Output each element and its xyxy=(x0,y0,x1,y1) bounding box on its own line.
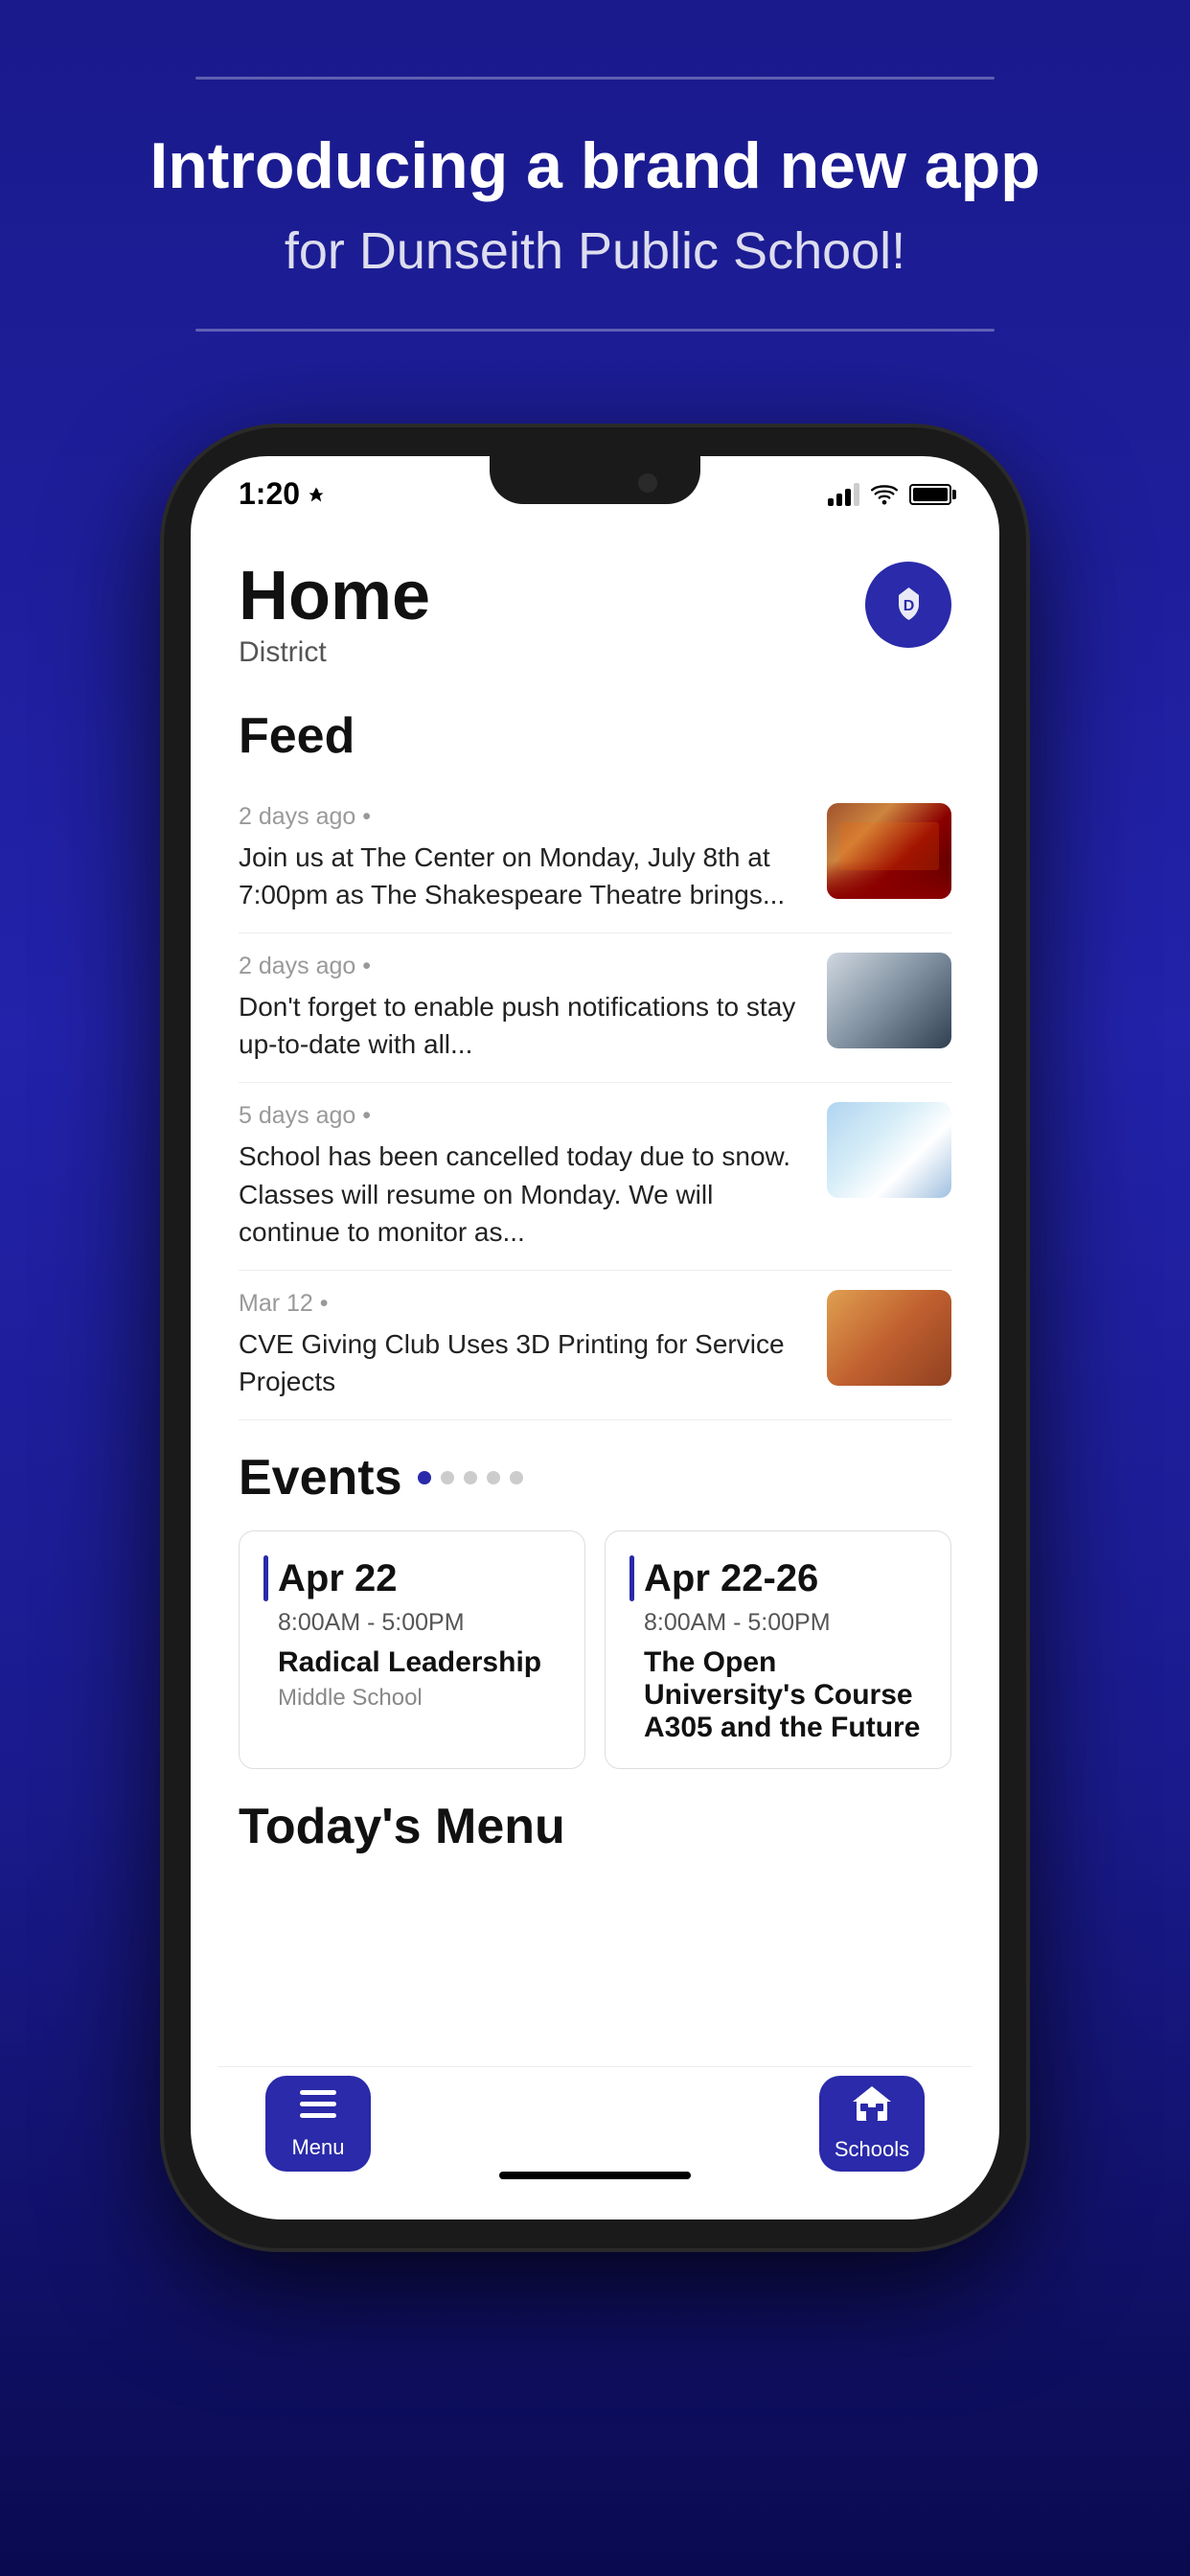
feed-item-3[interactable]: 5 days ago • School has been cancelled t… xyxy=(239,1083,951,1271)
feed-text-4: Mar 12 • CVE Giving Club Uses 3D Printin… xyxy=(239,1290,808,1400)
feed-image-4 xyxy=(827,1290,951,1386)
feed-text-3: 5 days ago • School has been cancelled t… xyxy=(239,1102,808,1251)
phone-mockup: 1:20 H xyxy=(164,427,1026,2248)
feed-desc-1: Join us at The Center on Monday, July 8t… xyxy=(239,839,808,913)
feed-desc-2: Don't forget to enable push notification… xyxy=(239,988,808,1063)
todays-menu-title: Today's Menu xyxy=(239,1798,951,1855)
status-icons xyxy=(828,483,951,506)
camera-dot xyxy=(638,473,657,493)
feed-meta-4: Mar 12 • xyxy=(239,1290,808,1318)
home-header: Home District D xyxy=(239,562,951,669)
wifi-icon xyxy=(871,484,898,505)
event-date-1: Apr 22 xyxy=(278,1557,398,1600)
feed-item-4[interactable]: Mar 12 • CVE Giving Club Uses 3D Printin… xyxy=(239,1271,951,1420)
home-subtitle: District xyxy=(239,636,430,669)
dot-3 xyxy=(464,1471,477,1484)
feed-image-1 xyxy=(827,803,951,899)
event-card-1[interactable]: Apr 22 8:00AM - 5:00PM Radical Leadershi… xyxy=(239,1530,585,1769)
feed-text-2: 2 days ago • Don't forget to enable push… xyxy=(239,953,808,1063)
feed-meta-2: 2 days ago • xyxy=(239,953,808,980)
header-subtitle: for Dunseith Public School! xyxy=(285,221,905,281)
header-title: Introducing a brand new app xyxy=(149,127,1040,206)
feed-image-2 xyxy=(827,953,951,1048)
feed-item-1[interactable]: 2 days ago • Join us at The Center on Mo… xyxy=(239,784,951,933)
feed-image-3 xyxy=(827,1102,951,1198)
feed-desc-4: CVE Giving Club Uses 3D Printing for Ser… xyxy=(239,1325,808,1400)
events-section: Events Apr 22 8: xyxy=(239,1449,951,1769)
tab-menu[interactable]: Menu xyxy=(265,2076,371,2172)
feed-text-1: 2 days ago • Join us at The Center on Mo… xyxy=(239,803,808,913)
event-stripe-2 xyxy=(629,1555,634,1601)
status-time: 1:20 xyxy=(239,476,325,512)
event-card-2[interactable]: Apr 22-26 8:00AM - 5:00PM The Open Unive… xyxy=(605,1530,951,1769)
event-date-2: Apr 22-26 xyxy=(644,1557,818,1600)
event-date-row-1: Apr 22 xyxy=(263,1555,561,1601)
home-title-area: Home District xyxy=(239,562,430,669)
battery-fill xyxy=(913,488,948,501)
event-time-2: 8:00AM - 5:00PM xyxy=(629,1609,927,1637)
divider-top xyxy=(195,77,995,80)
menu-icon xyxy=(300,2087,336,2128)
event-date-row-2: Apr 22-26 xyxy=(629,1555,927,1601)
dots-indicator xyxy=(418,1471,523,1484)
header-area: Introducing a brand new app for Dunseith… xyxy=(0,0,1190,370)
school-logo[interactable]: D xyxy=(865,562,951,648)
events-header: Events xyxy=(239,1449,951,1506)
app-content[interactable]: Home District D Feed 2 days a xyxy=(191,533,999,2220)
feed-desc-3: School has been cancelled today due to s… xyxy=(239,1138,808,1251)
feed-meta-1: 2 days ago • xyxy=(239,803,808,831)
events-title: Events xyxy=(239,1449,402,1506)
home-title: Home xyxy=(239,562,430,631)
divider-bottom xyxy=(195,329,995,332)
event-stripe-1 xyxy=(263,1555,268,1601)
svg-text:D: D xyxy=(903,598,914,614)
event-name-2: The Open University's Course A305 and th… xyxy=(629,1646,927,1744)
feed-section: Feed 2 days ago • Join us at The Center … xyxy=(239,707,951,1421)
app-scroll: Home District D Feed 2 days a xyxy=(191,533,999,2220)
event-name-1: Radical Leadership xyxy=(263,1646,561,1679)
dot-2 xyxy=(441,1471,454,1484)
event-time-1: 8:00AM - 5:00PM xyxy=(263,1609,561,1637)
todays-menu-section: Today's Menu xyxy=(239,1798,951,1855)
battery-icon xyxy=(909,484,951,505)
signal-bars xyxy=(828,483,859,506)
phone-notch xyxy=(490,456,700,504)
dot-5 xyxy=(510,1471,523,1484)
tab-schools-label: Schools xyxy=(835,2137,909,2162)
feed-title: Feed xyxy=(239,707,951,765)
events-row: Apr 22 8:00AM - 5:00PM Radical Leadershi… xyxy=(239,1530,951,1769)
tab-schools[interactable]: Schools xyxy=(819,2076,925,2172)
home-indicator xyxy=(499,2172,691,2179)
feed-item-2[interactable]: 2 days ago • Don't forget to enable push… xyxy=(239,933,951,1083)
feed-meta-3: 5 days ago • xyxy=(239,1102,808,1130)
dot-4 xyxy=(487,1471,500,1484)
schools-icon xyxy=(853,2086,891,2129)
tab-menu-label: Menu xyxy=(291,2135,344,2160)
dot-1 xyxy=(418,1471,431,1484)
event-location-1: Middle School xyxy=(263,1685,561,1712)
